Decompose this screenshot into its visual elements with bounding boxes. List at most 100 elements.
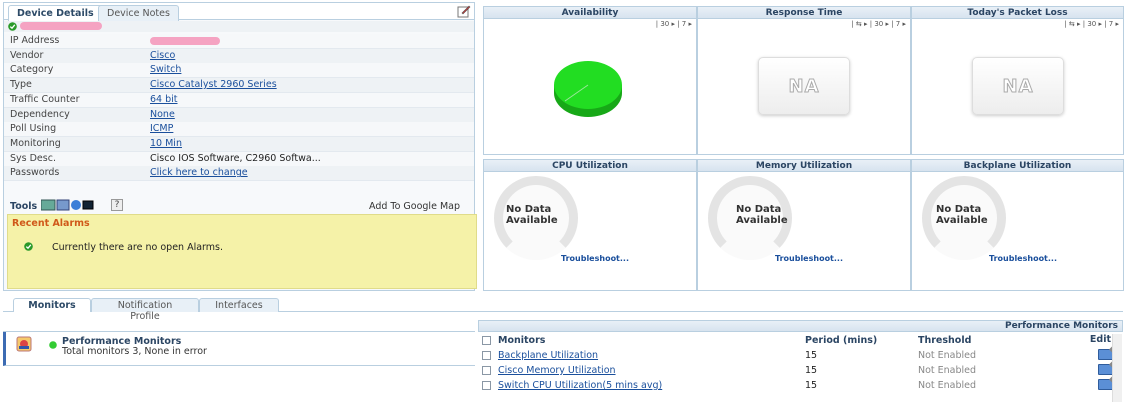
col-threshold: Threshold <box>918 335 972 346</box>
col-edit: Edit <box>1089 334 1111 345</box>
detail-row: Dependency None <box>4 107 474 123</box>
detail-label: IP Address <box>10 35 60 46</box>
packet-loss-panel: Today's Packet Loss | ⇆ ▸ | 30 ▸ | 7 ▸ N… <box>911 6 1124 155</box>
detail-value[interactable]: Cisco Catalyst 2960 Series <box>150 79 277 90</box>
table-scrollbar[interactable] <box>1112 334 1122 402</box>
row-checkbox[interactable] <box>482 366 491 375</box>
backplane-utilization-panel: Backplane Utilization No Data Available … <box>911 159 1124 291</box>
monitor-link[interactable]: Backplane Utilization <box>498 350 598 361</box>
perf-table-header: Monitors Period (mins) Threshold Edit <box>478 334 1123 349</box>
performance-monitors-group[interactable]: Performance Monitors Total monitors 3, N… <box>3 332 475 366</box>
cpu-troubleshoot-link[interactable]: Troubleshoot... <box>561 254 629 263</box>
monitor-threshold: Not Enabled <box>918 350 977 361</box>
detail-row: IP Address <box>4 34 474 49</box>
tab-notification-profile[interactable]: Notification Profile <box>91 298 199 322</box>
col-period: Period (mins) <box>805 335 878 346</box>
device-details-panel: Device Details Device Notes IP Address Ve… <box>3 2 477 291</box>
group-status-ok-icon <box>49 341 57 349</box>
detail-row: Type Cisco Catalyst 2960 Series <box>4 78 474 94</box>
recent-alarms-box: Recent Alarms Currently there are no ope… <box>7 214 477 289</box>
availability-pie-chart <box>554 61 622 117</box>
detail-value: Cisco IOS Software, C2960 Softwa... <box>150 152 321 164</box>
backplane-utilization-title: Backplane Utilization <box>912 160 1123 172</box>
detail-row: Sys Desc. Cisco IOS Software, C2960 Softw… <box>4 151 474 167</box>
detail-value[interactable]: 64 bit <box>150 94 178 105</box>
device-name-row <box>4 21 474 32</box>
detail-label: Sys Desc. <box>10 152 56 164</box>
backplane-no-data: No Data Available <box>936 204 988 226</box>
availability-period-controls[interactable]: | 30 ▸ | 7 ▸ <box>656 20 692 28</box>
detail-row: Category Switch <box>4 63 474 79</box>
detail-value[interactable]: Click here to change <box>150 167 248 178</box>
group-subtitle: Total monitors 3, None in error <box>62 346 207 357</box>
row-checkbox[interactable] <box>482 381 491 390</box>
response-time-na: NA <box>758 57 850 115</box>
detail-row: Monitoring 10 Min <box>4 136 474 152</box>
detail-value[interactable]: ICMP <box>150 123 173 134</box>
detail-label: Vendor <box>10 49 44 61</box>
performance-monitors-header: Performance Monitors <box>478 320 1123 332</box>
tab-device-details[interactable]: Device Details <box>8 5 103 21</box>
monitor-link[interactable]: Switch CPU Utilization(5 mins avg) <box>498 380 662 391</box>
edit-pencil-icon[interactable] <box>457 4 471 18</box>
details-tabs: Device Details Device Notes <box>4 3 474 21</box>
edit-icon[interactable] <box>1098 379 1113 390</box>
packet-loss-title: Today's Packet Loss <box>912 7 1123 19</box>
detail-label: Passwords <box>10 167 60 179</box>
tab-interfaces[interactable]: Interfaces <box>199 298 279 312</box>
memory-utilization-panel: Memory Utilization No Data Available Tro… <box>697 159 911 291</box>
edit-icon[interactable] <box>1098 349 1113 360</box>
col-monitors: Monitors <box>498 335 546 346</box>
tab-device-notes[interactable]: Device Notes <box>98 5 179 21</box>
memory-troubleshoot-link[interactable]: Troubleshoot... <box>775 254 843 263</box>
backplane-troubleshoot-link[interactable]: Troubleshoot... <box>989 254 1057 263</box>
monitor-link[interactable]: Cisco Memory Utilization <box>498 365 616 376</box>
availability-title: Availability <box>484 7 696 19</box>
performance-monitor-icon <box>16 336 32 352</box>
alarms-message: Currently there are no open Alarms. <box>52 242 223 253</box>
detail-row: Traffic Counter 64 bit <box>4 92 474 108</box>
monitor-threshold: Not Enabled <box>918 380 977 391</box>
packet-loss-na: NA <box>972 57 1064 115</box>
row-checkbox[interactable] <box>482 351 491 360</box>
detail-value[interactable]: None <box>150 109 175 120</box>
monitor-period: 15 <box>805 350 818 361</box>
table-row: Cisco Memory Utilization 15 Not Enabled <box>478 364 1123 379</box>
edit-icon[interactable] <box>1098 364 1113 375</box>
redacted-device-name <box>20 22 102 30</box>
recent-alarms-title: Recent Alarms <box>12 218 90 229</box>
tools-bar: Tools ? Add To Google Map <box>4 198 474 214</box>
select-all-checkbox[interactable] <box>482 336 491 345</box>
detail-label: Dependency <box>10 108 70 120</box>
packet-loss-controls[interactable]: | ⇆ ▸ | 30 ▸ | 7 ▸ <box>1064 20 1119 28</box>
add-to-google-map-link[interactable]: Add To Google Map <box>369 201 460 212</box>
detail-label: Category <box>10 64 54 76</box>
detail-label: Monitoring <box>10 137 61 149</box>
tools-label: Tools <box>10 201 38 212</box>
detail-label: Type <box>10 79 32 91</box>
monitor-threshold: Not Enabled <box>918 365 977 376</box>
table-row: Switch CPU Utilization(5 mins avg) 15 No… <box>478 379 1123 394</box>
monitor-groups-list: Performance Monitors Total monitors 3, N… <box>3 331 475 402</box>
bottom-tabs: Monitors Notification Profile Interfaces <box>3 298 1123 322</box>
availability-panel: Availability | 30 ▸ | 7 ▸ <box>483 6 697 155</box>
detail-value[interactable]: Cisco <box>150 50 175 61</box>
detail-label: Traffic Counter <box>10 93 80 105</box>
response-time-controls[interactable]: | ⇆ ▸ | 30 ▸ | 7 ▸ <box>851 20 906 28</box>
cpu-utilization-title: CPU Utilization <box>484 160 696 172</box>
memory-utilization-title: Memory Utilization <box>698 160 910 172</box>
help-icon[interactable]: ? <box>111 199 123 211</box>
detail-label: Poll Using <box>10 123 57 135</box>
tools-icons[interactable] <box>41 199 101 211</box>
response-time-title: Response Time <box>698 7 910 19</box>
detail-row: Vendor Cisco <box>4 48 474 64</box>
cpu-utilization-panel: CPU Utilization No Data Available Troubl… <box>483 159 697 291</box>
detail-row: Passwords Click here to change <box>4 166 474 182</box>
tab-monitors[interactable]: Monitors <box>13 298 91 312</box>
detail-value[interactable]: 10 Min <box>150 138 182 149</box>
status-ok-icon <box>8 22 17 31</box>
table-row: Backplane Utilization 15 Not Enabled <box>478 349 1123 364</box>
cpu-no-data: No Data Available <box>506 204 558 226</box>
detail-value[interactable]: Switch <box>150 64 181 75</box>
monitor-period: 15 <box>805 380 818 391</box>
